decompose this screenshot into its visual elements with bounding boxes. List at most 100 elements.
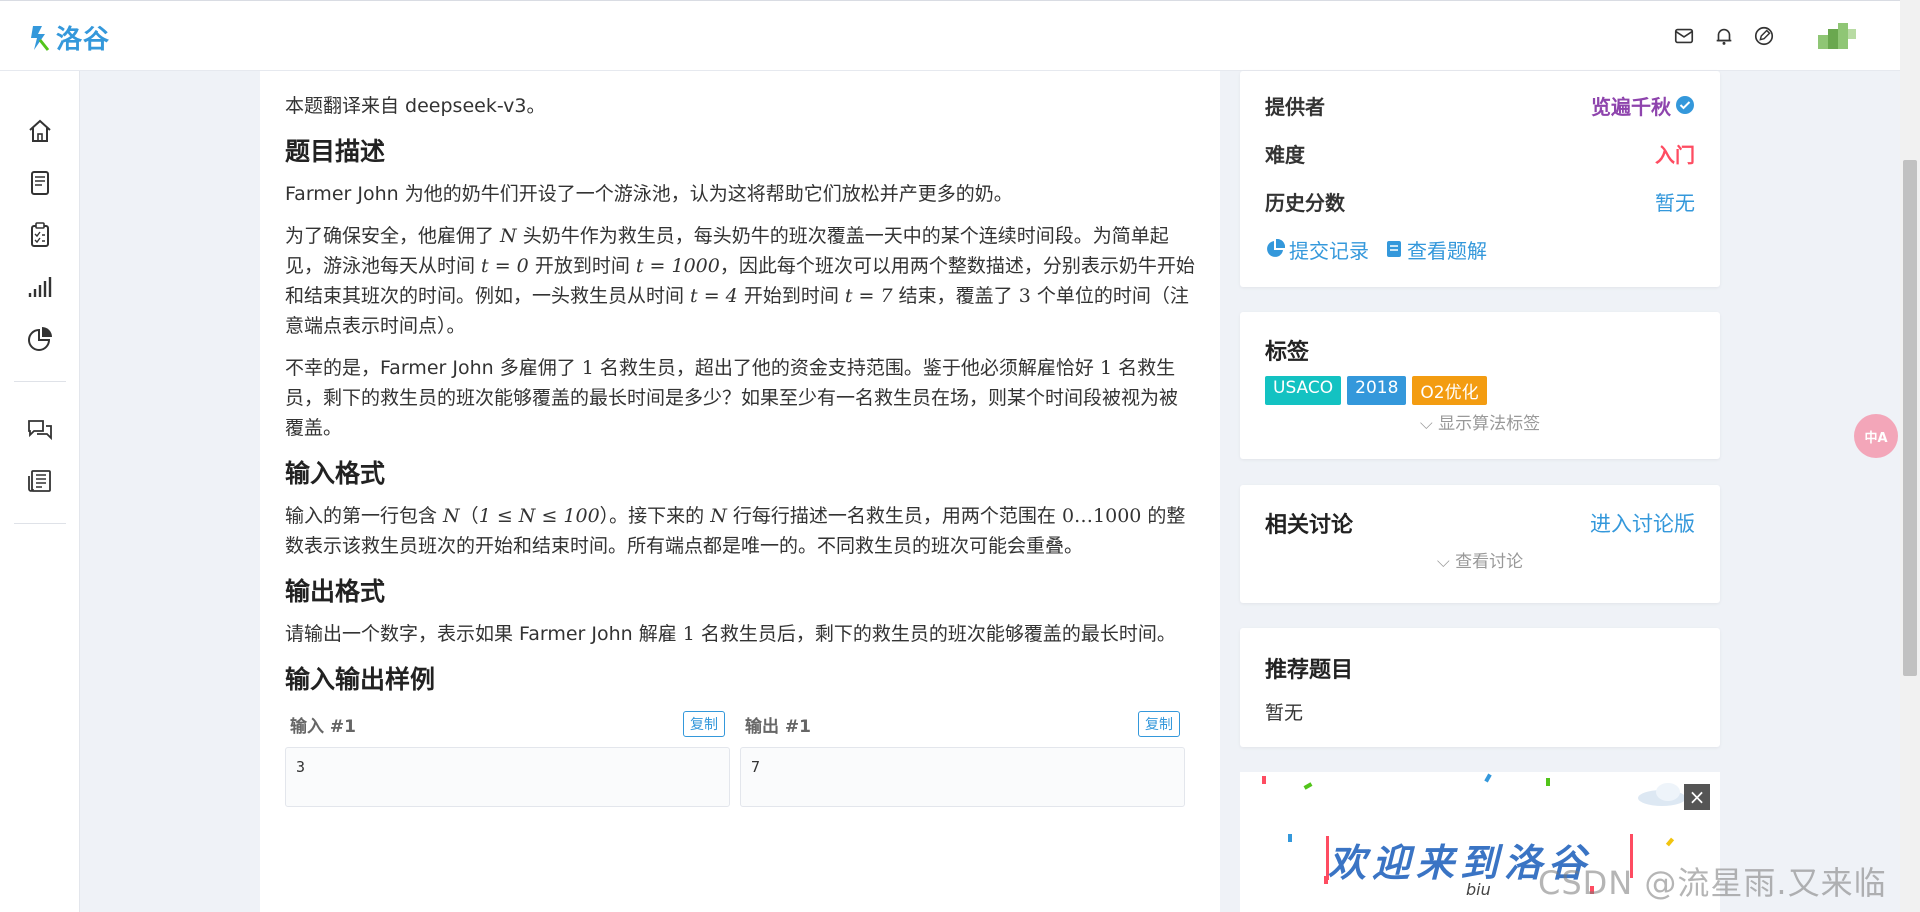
book-icon[interactable] xyxy=(24,167,56,199)
text-span: 开放到时间 xyxy=(528,255,636,277)
difficulty-value[interactable]: 入门 xyxy=(1655,139,1695,168)
text-span: 名救生员后，剩下的救生员的班次能够覆盖的最长时间。 xyxy=(694,623,1176,645)
text-span: 结束，覆盖了 xyxy=(892,285,1019,307)
math-expression: 3 xyxy=(1018,285,1031,307)
math-expression: 1 xyxy=(682,623,695,645)
pie-chart-icon xyxy=(1267,239,1285,257)
watermark: CSDN @流星雨.又来临 xyxy=(1538,864,1887,902)
output-format-heading: 输出格式 xyxy=(285,577,386,606)
solutions-link[interactable]: 查看题解 xyxy=(1385,235,1487,264)
user-avatar[interactable] xyxy=(1816,21,1860,51)
math-expression: t = 1000 xyxy=(635,255,720,277)
page-scrollbar[interactable] xyxy=(1900,0,1920,912)
math-expression: N xyxy=(500,225,517,247)
tag-usaco[interactable]: USACO xyxy=(1265,376,1342,405)
discussion-card: 相关讨论 进入讨论版 ⌵ 查看讨论 xyxy=(1240,485,1720,603)
samples-section: 输入 #1 复制 3 输出 #1 复制 7 xyxy=(285,707,1195,807)
home-icon[interactable] xyxy=(24,115,56,147)
top-bar: 洛谷 xyxy=(0,0,1900,71)
submissions-link-label: 提交记录 xyxy=(1289,238,1369,263)
tags-card: 标签 USACO 2018 O2优化 ⌵ 显示算法标签 xyxy=(1240,312,1720,459)
scrollbar-thumb[interactable] xyxy=(1903,160,1917,676)
confetti xyxy=(1303,782,1313,790)
copy-input-button[interactable]: 复制 xyxy=(683,711,725,737)
newspaper-icon[interactable] xyxy=(24,465,56,497)
solutions-link-label: 查看题解 xyxy=(1407,238,1487,263)
math-expression: 0…1000 xyxy=(1061,505,1142,527)
tag-2018[interactable]: 2018 xyxy=(1347,376,1407,405)
text-span: 行每行描述一名救生员，用两个范围在 xyxy=(726,505,1062,527)
banner-small-text: biu xyxy=(1466,880,1491,899)
provider-label: 提供者 xyxy=(1265,94,1325,119)
sample-input-title: 输入 #1 xyxy=(290,716,356,737)
confetti xyxy=(1262,776,1266,784)
problem-content: 本题翻译来自 deepseek-v3。 题目描述 Farmer John 为他的… xyxy=(260,71,1220,912)
confetti xyxy=(1546,778,1550,786)
description-paragraph-1: Farmer John 为他的奶牛们开设了一个游泳池，认为这将帮助它们放松并产更… xyxy=(285,183,1013,205)
copy-output-button[interactable]: 复制 xyxy=(1138,711,1180,737)
text-span: 为了确保安全，他雇佣了 xyxy=(285,225,501,247)
math-expression: 1 ≤ N ≤ 100 xyxy=(478,505,600,527)
sidebar-divider xyxy=(14,523,66,524)
description-heading: 题目描述 xyxy=(285,137,386,166)
view-discussion[interactable]: ⌵ 查看讨论 xyxy=(1265,547,1695,572)
chat-icon[interactable] xyxy=(24,413,56,445)
left-sidebar xyxy=(0,71,80,912)
score-label: 历史分数 xyxy=(1265,190,1345,215)
mail-icon[interactable] xyxy=(1672,24,1696,48)
difficulty-label: 难度 xyxy=(1265,142,1305,167)
book-icon xyxy=(1387,241,1401,257)
math-expression: 1 xyxy=(581,357,594,379)
output-format-paragraph: 请输出一个数字，表示如果 Farmer John 解雇 1 名救生员后，剩下的救… xyxy=(285,619,1195,649)
score-value: 暂无 xyxy=(1655,190,1695,215)
problem-info-card: 提供者 览遍千秋 难度 入门 历史分数 暂无 提交记录 查看题解 xyxy=(1240,71,1720,287)
chevron-down-icon: ⌵ xyxy=(1436,552,1456,572)
view-discussion-label: 查看讨论 xyxy=(1455,552,1524,572)
enter-discussion-link[interactable]: 进入讨论版 xyxy=(1590,508,1695,538)
samples-heading: 输入输出样例 xyxy=(285,665,436,694)
provider-name: 览遍千秋 xyxy=(1591,94,1671,119)
math-expression: t = 0 xyxy=(481,255,529,277)
sample-output: 输出 #1 复制 7 xyxy=(740,707,1185,807)
text-span: 开始到时间 xyxy=(737,285,845,307)
pie-chart-icon[interactable] xyxy=(24,323,56,355)
text-span: 请输出一个数字，表示如果 Farmer John 解雇 xyxy=(285,623,683,645)
translation-note: 本题翻译来自 deepseek-v3。 xyxy=(285,95,546,117)
clipboard-icon[interactable] xyxy=(24,219,56,251)
math-expression: N xyxy=(443,505,460,527)
translate-button[interactable]: 中A xyxy=(1854,414,1898,458)
description-paragraph-2: 为了确保安全，他雇佣了 N 头奶牛作为救生员，每头奶牛的班次覆盖一天中的某个连续… xyxy=(285,221,1195,341)
show-algorithm-tags[interactable]: ⌵ 显示算法标签 xyxy=(1265,409,1695,434)
verified-icon xyxy=(1676,96,1694,114)
recommend-title: 推荐题目 xyxy=(1265,658,1354,683)
input-format-heading: 输入格式 xyxy=(285,459,386,488)
recommend-card: 推荐题目 暂无 xyxy=(1240,628,1720,747)
input-format-paragraph: 输入的第一行包含 N（1 ≤ N ≤ 100）。接下来的 N 行每行描述一名救生… xyxy=(285,501,1195,561)
text-span: ）。接下来的 xyxy=(599,505,711,527)
bell-icon[interactable] xyxy=(1712,24,1736,48)
edit-icon[interactable] xyxy=(1752,24,1776,48)
math-expression: t = 7 xyxy=(844,285,893,307)
sample-output-title: 输出 #1 xyxy=(745,716,811,737)
text-span: （ xyxy=(459,505,479,527)
logo-text: 洛谷 xyxy=(56,25,111,55)
sample-output-value[interactable]: 7 xyxy=(740,747,1185,807)
sample-input: 输入 #1 复制 3 xyxy=(285,707,730,807)
math-expression: t = 4 xyxy=(690,285,738,307)
confetti xyxy=(1484,773,1492,783)
tag-o2[interactable]: O2优化 xyxy=(1412,376,1487,405)
cloud-icon xyxy=(1638,783,1686,806)
sample-input-value[interactable]: 3 xyxy=(285,747,730,807)
confetti xyxy=(1288,834,1292,842)
sidebar-divider xyxy=(14,381,66,382)
submissions-link[interactable]: 提交记录 xyxy=(1265,235,1369,264)
chevron-down-icon: ⌵ xyxy=(1419,414,1439,434)
logo-icon xyxy=(31,25,50,51)
logo[interactable]: 洛谷 xyxy=(28,19,110,56)
description-paragraph-3: 不幸的是，Farmer John 多雇佣了 1 名救生员，超出了他的资金支持范围… xyxy=(285,353,1195,443)
provider-link[interactable]: 览遍千秋 xyxy=(1591,91,1695,120)
text-span: 输入的第一行包含 xyxy=(285,505,444,527)
close-banner-button[interactable]: × xyxy=(1684,784,1710,810)
signal-bars-icon[interactable] xyxy=(24,271,56,303)
math-expression: N xyxy=(710,505,727,527)
